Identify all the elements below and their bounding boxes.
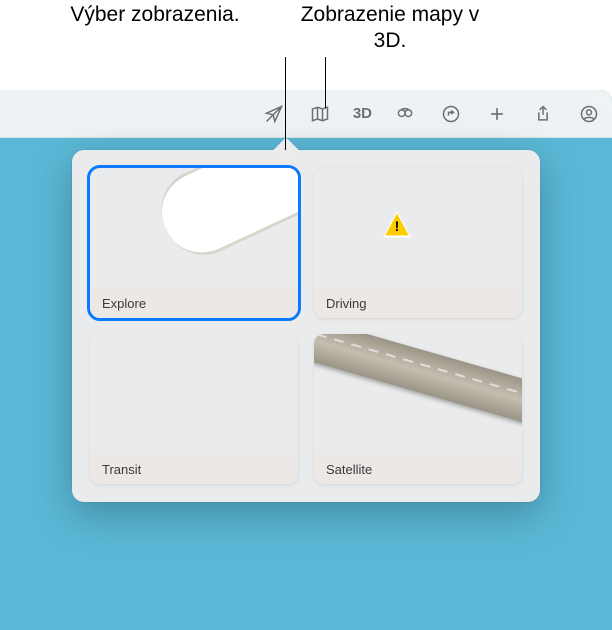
view-label: Driving xyxy=(314,288,522,318)
view-option-transit[interactable]: Transit xyxy=(90,334,298,484)
directions-icon[interactable] xyxy=(438,101,464,127)
callout-choose-view: Výber zobrazenia. xyxy=(65,2,245,28)
view-option-explore[interactable]: Explore xyxy=(90,168,298,318)
share-icon[interactable] xyxy=(530,101,556,127)
3d-toggle-button[interactable]: 3D xyxy=(353,101,372,127)
map-mode-icon[interactable] xyxy=(307,101,333,127)
view-label: Transit xyxy=(90,454,298,484)
add-icon[interactable] xyxy=(484,101,510,127)
view-label: Satellite xyxy=(314,454,522,484)
map-view-popover: Explore Driving xyxy=(72,150,540,502)
view-option-satellite[interactable]: Satellite xyxy=(314,334,522,484)
traffic-warning-icon xyxy=(384,212,410,238)
view-option-driving[interactable]: Driving xyxy=(314,168,522,318)
location-off-icon[interactable] xyxy=(261,101,287,127)
annotation-callouts: Výber zobrazenia. Zobrazenie mapy v 3D. xyxy=(0,0,612,90)
look-around-icon[interactable] xyxy=(392,101,418,127)
account-icon[interactable] xyxy=(576,101,602,127)
toolbar: 3D xyxy=(0,90,612,138)
callout-3d-map: Zobrazenie mapy v 3D. xyxy=(300,2,480,54)
view-label: Explore xyxy=(90,288,298,318)
maps-window: 3D xyxy=(0,90,612,630)
view-grid: Explore Driving xyxy=(90,168,522,484)
